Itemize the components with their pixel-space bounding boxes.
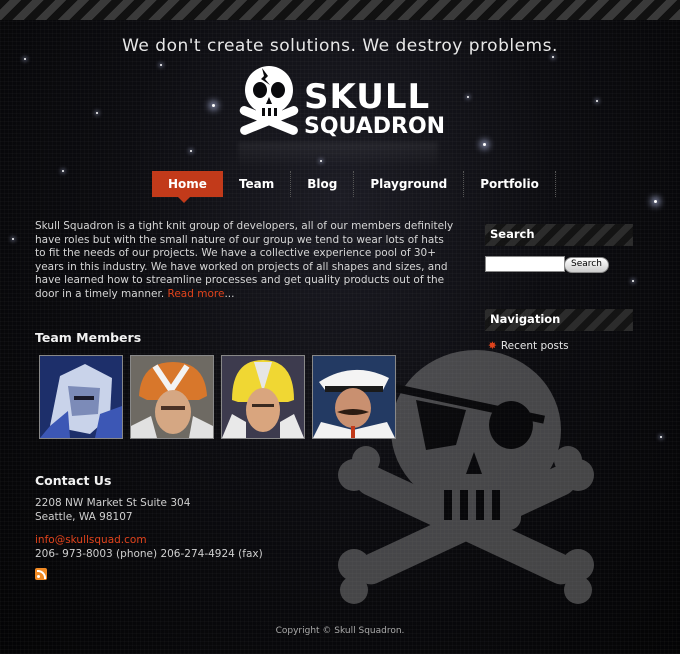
logo-line2: SQUADRON (304, 114, 446, 139)
top-hazard-stripes (0, 0, 680, 20)
nav-blog[interactable]: Blog (291, 171, 355, 197)
search-input[interactable] (485, 256, 565, 272)
contact-phone: 206- 973-8003 (phone) 206-274-4924 (fax) (35, 548, 263, 560)
captain-avatar-icon (313, 356, 395, 438)
star (212, 104, 215, 107)
site-logo[interactable]: SKULL SQUADRON (238, 64, 448, 168)
logo-reflection (238, 142, 438, 168)
star (596, 100, 598, 102)
logo-wordmark: SKULL SQUADRON (304, 80, 445, 138)
contact-heading: Contact Us (35, 473, 112, 488)
intro-paragraph: Skull Squadron is a tight knit group of … (35, 220, 455, 301)
team-member-avatar[interactable] (221, 355, 305, 439)
star (632, 280, 634, 282)
recent-posts-label: Recent posts (500, 340, 569, 352)
contact-address: 2208 NW Market St Suite 304 Seattle, WA … (35, 496, 190, 524)
footer-copyright: Copyright © Skull Squadron. (275, 626, 405, 636)
star (467, 96, 469, 98)
search-widget-title: Search (485, 224, 633, 246)
star (483, 143, 486, 146)
star (62, 170, 64, 172)
contact-email-link[interactable]: info@skullsquad.com (35, 533, 147, 547)
pilot-helmet-avatar-icon (131, 356, 213, 438)
star (96, 112, 98, 114)
intro-ellipsis: ... (224, 287, 235, 300)
star (190, 150, 192, 152)
star (552, 56, 554, 58)
star (160, 64, 162, 66)
star (24, 58, 26, 60)
nav-home[interactable]: Home (152, 171, 223, 203)
team-members-heading: Team Members (35, 330, 142, 345)
address-line2: Seattle, WA 98107 (35, 511, 133, 523)
skull-logo-icon (239, 66, 299, 135)
search-button[interactable]: Search (564, 257, 609, 273)
nav-playground[interactable]: Playground (354, 171, 465, 197)
main-nav: Home Team Blog Playground Portfolio (152, 171, 556, 203)
intro-text: Skull Squadron is a tight knit group of … (35, 220, 454, 300)
robot-helmet-avatar-icon (40, 356, 122, 438)
star (12, 238, 14, 240)
team-member-avatar[interactable] (130, 355, 214, 439)
nav-portfolio[interactable]: Portfolio (464, 171, 556, 197)
yellow-helmet-avatar-icon (222, 356, 304, 438)
team-member-avatar[interactable] (312, 355, 396, 439)
team-member-avatar[interactable] (39, 355, 123, 439)
navigation-widget-title: Navigation (485, 309, 633, 331)
logo-line1: SKULL (304, 77, 431, 117)
star (654, 200, 657, 203)
rss-feed-icon[interactable] (35, 568, 47, 580)
star (660, 436, 662, 438)
nav-team[interactable]: Team (223, 171, 292, 197)
read-more-link[interactable]: Read more (168, 288, 225, 300)
tagline: We don't create solutions. We destroy pr… (122, 36, 558, 56)
team-avatars (39, 355, 396, 439)
recent-posts-link[interactable]: ✸ Recent posts (488, 340, 569, 352)
address-line1: 2208 NW Market St Suite 304 (35, 497, 191, 509)
bullet-icon: ✸ (488, 340, 497, 352)
